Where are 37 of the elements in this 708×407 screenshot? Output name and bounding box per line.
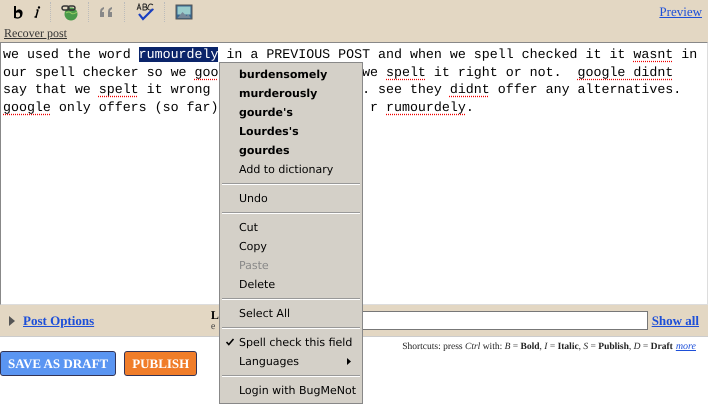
editor-text: we used the word rumourdely in a PREVIOUS POST and when we spell checked it it wasnt in (3, 47, 698, 62)
labels-title: L (210, 310, 219, 320)
image-icon[interactable] (175, 4, 193, 20)
labels-input-field[interactable] (362, 311, 648, 330)
spelling-suggestion[interactable]: gourdes (220, 141, 362, 160)
editor-text: google only offers (so far) (3, 100, 218, 114)
menu-item[interactable]: Languages (239, 352, 300, 371)
menu-item[interactable]: Add to dictionary (220, 160, 362, 179)
spellcheck-icon[interactable] (135, 3, 155, 21)
editor-text: we spelt it right or not. google didnt (362, 64, 674, 81)
menu-item[interactable]: Login with BugMeNot (220, 381, 362, 400)
link-globe-icon[interactable] (61, 3, 79, 21)
expand-triangle-icon[interactable] (9, 316, 15, 326)
editor-text: . see they didnt offer any alternatives. (362, 81, 682, 98)
recover-post-link[interactable]: Recover post (4, 26, 67, 40)
menu-item[interactable]: Undo (220, 189, 362, 208)
menu-item[interactable]: Copy (220, 237, 362, 256)
submenu-arrow-icon (347, 358, 351, 365)
show-all-link[interactable]: Show all (652, 312, 700, 328)
menu-item[interactable]: Delete (220, 275, 362, 294)
labels-hint: e (210, 320, 216, 332)
menu-item[interactable]: Spell check this field (239, 333, 352, 352)
bold-icon[interactable] (12, 5, 24, 19)
post-options-link[interactable]: Post Options (23, 312, 211, 328)
editor-text: our spell checker so we goo (3, 64, 218, 80)
spelling-suggestion[interactable]: Lourdes's (220, 122, 362, 141)
spelling-suggestion[interactable]: burdensomely (220, 65, 362, 84)
more-link[interactable]: more (676, 341, 696, 352)
italic-icon[interactable] (33, 6, 41, 18)
menu-item[interactable]: Select All (220, 304, 362, 323)
editor-text: r rumourdely. (370, 98, 474, 116)
preview-link[interactable]: Preview (659, 4, 702, 20)
editor-text: say that we spelt it wrong (3, 82, 210, 97)
menu-item[interactable]: Cut (220, 218, 362, 237)
spelling-suggestion[interactable]: gourde's (220, 103, 362, 122)
shortcuts-text: Shortcuts: press Ctrl with: B = Bold, I = Italic, S = Publish, D = Draft (402, 342, 673, 352)
spelling-suggestion[interactable]: murderously (220, 84, 362, 103)
